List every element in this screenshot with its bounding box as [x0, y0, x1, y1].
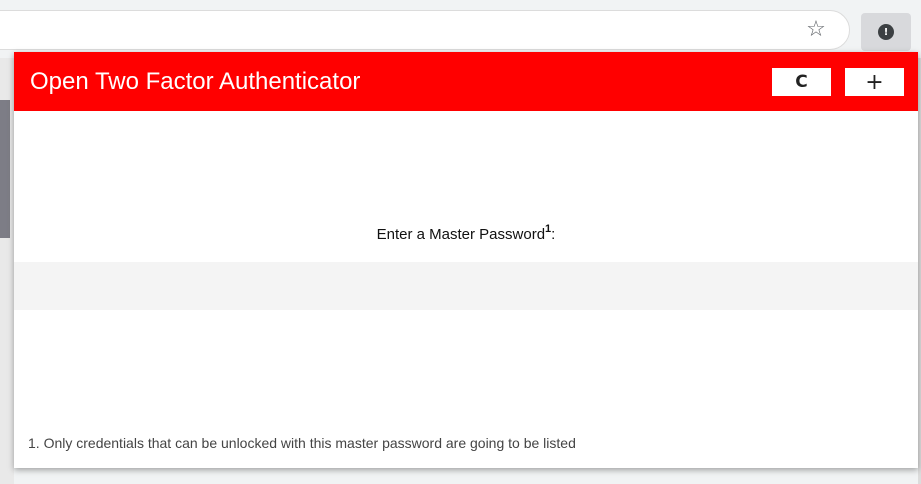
- master-password-label: Enter a Master Password1:: [14, 223, 918, 243]
- bookmark-star-icon[interactable]: ☆: [800, 14, 832, 46]
- refresh-icon: C: [795, 72, 808, 92]
- popup-title: Open Two Factor Authenticator: [30, 68, 361, 95]
- extension-button[interactable]: !: [861, 13, 911, 51]
- background-page-left-panel: [0, 100, 10, 238]
- extension-popup: Open Two Factor Authenticator C + Enter …: [14, 52, 918, 468]
- plus-icon: +: [865, 69, 884, 95]
- add-button[interactable]: +: [845, 68, 904, 96]
- authenticator-extension-icon: !: [878, 24, 894, 40]
- prompt-suffix: :: [551, 226, 556, 243]
- browser-toolbar: ☆ !: [0, 0, 921, 58]
- footnote-marker: 1: [545, 223, 552, 235]
- address-bar[interactable]: [0, 10, 850, 50]
- footnote-text: 1. Only credentials that can be unlocked…: [28, 435, 576, 451]
- refresh-button[interactable]: C: [772, 68, 831, 96]
- popup-header: Open Two Factor Authenticator C +: [14, 52, 918, 111]
- prompt-text: Enter a Master Password: [376, 226, 546, 243]
- master-password-input[interactable]: [14, 262, 918, 310]
